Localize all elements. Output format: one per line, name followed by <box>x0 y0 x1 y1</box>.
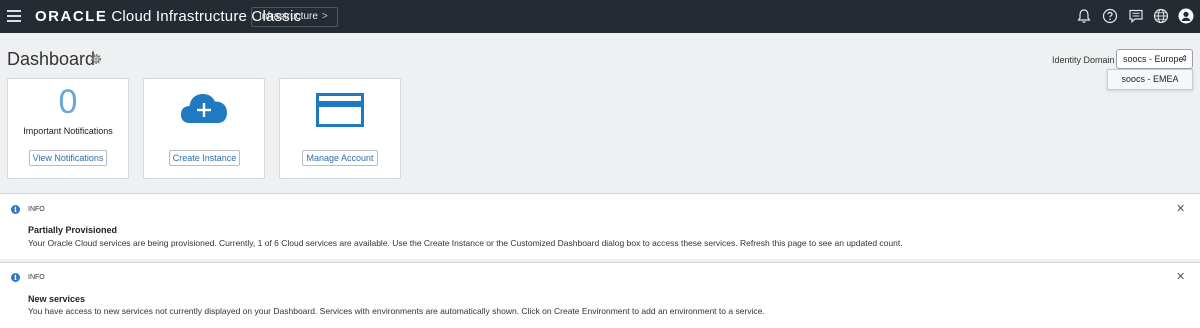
manage-account-tile: Manage Account <box>279 78 401 179</box>
notice-kind: INFO <box>28 274 45 281</box>
info-notice-new-services: i INFO ✕ New services You have access to… <box>0 262 1200 328</box>
menu-icon[interactable] <box>7 10 21 22</box>
create-instance-button[interactable]: Create Instance <box>169 150 240 166</box>
close-icon[interactable]: ✕ <box>1176 202 1185 215</box>
page-title: Dashboard <box>7 49 96 69</box>
close-icon[interactable]: ✕ <box>1176 270 1185 283</box>
identity-domain-value: soocs - Europe <box>1123 54 1184 64</box>
brand-logo-text: ORACLE <box>35 8 108 25</box>
create-instance-tile: Create Instance <box>143 78 265 179</box>
up-down-arrows-icon: ⇕ <box>1181 54 1188 63</box>
info-icon: i <box>11 205 20 214</box>
chevron-right-icon: > <box>321 11 328 22</box>
credit-card-icon[interactable] <box>316 92 364 128</box>
notice-title: Partially Provisioned <box>28 225 118 235</box>
notifications-label: Important Notifications <box>23 126 113 136</box>
identity-domain-label: Identity Domain <box>1052 55 1115 65</box>
cloud-plus-icon[interactable] <box>180 91 228 125</box>
help-icon[interactable] <box>1102 8 1118 24</box>
identity-domain-select[interactable]: soocs - Europe ⇕ <box>1116 49 1193 69</box>
notice-kind: INFO <box>28 206 45 213</box>
manage-account-button[interactable]: Manage Account <box>302 150 378 166</box>
info-notice-partially-provisioned: i INFO ✕ Partially Provisioned Your Orac… <box>0 193 1200 259</box>
notifications-tile: 0 Important Notifications View Notificat… <box>7 78 129 179</box>
view-notifications-button[interactable]: View Notifications <box>29 150 107 166</box>
bell-icon[interactable] <box>1076 8 1092 24</box>
user-avatar-icon[interactable] <box>1178 8 1194 24</box>
identity-domain-option[interactable]: soocs - EMEA <box>1107 69 1193 90</box>
gear-icon[interactable] <box>90 53 102 65</box>
chat-icon[interactable] <box>1128 8 1144 24</box>
breadcrumb-infrastructure[interactable]: Infrastructure > <box>251 7 338 27</box>
top-bar: ORACLE Cloud Infrastructure Classic Infra… <box>0 0 1200 33</box>
notice-message: You have access to new services not curr… <box>28 306 765 316</box>
notice-title: New services <box>28 294 86 304</box>
info-icon: i <box>11 273 20 282</box>
breadcrumb-label: Infrastructure <box>259 11 318 22</box>
notifications-count: 0 <box>58 83 78 121</box>
globe-icon[interactable] <box>1153 8 1169 24</box>
notice-message: Your Oracle Cloud services are being pro… <box>28 238 903 248</box>
